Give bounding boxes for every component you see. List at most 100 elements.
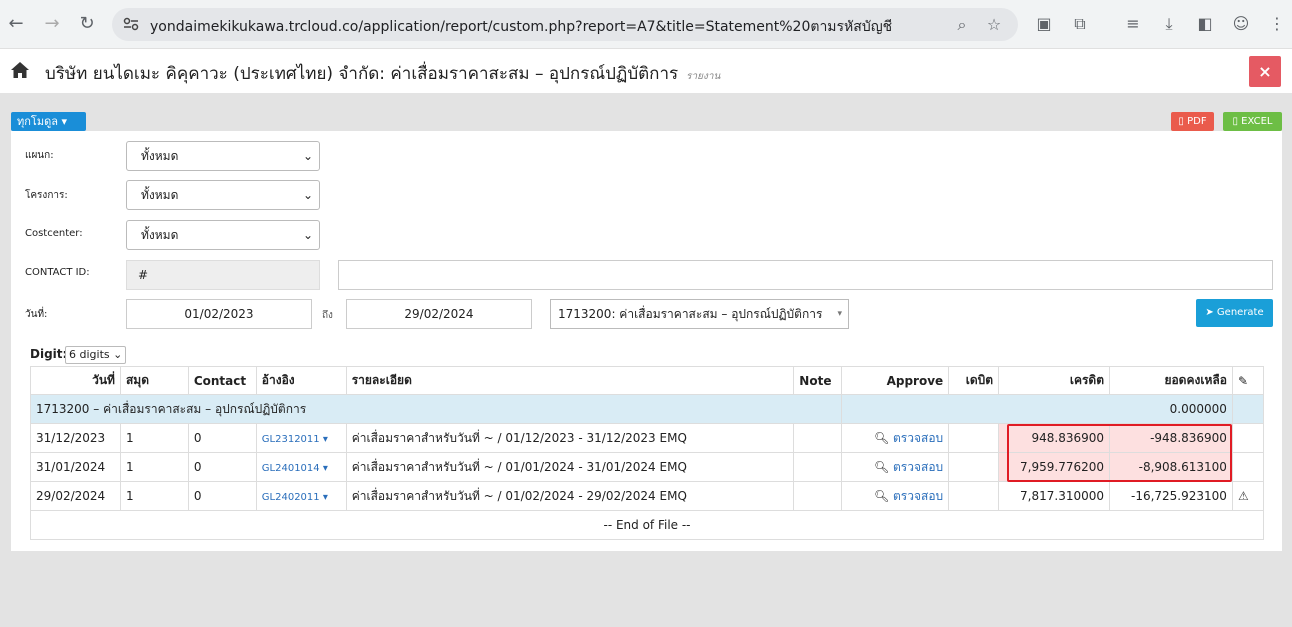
search-icon[interactable]: 🔍︎ [874,489,889,503]
ref-link[interactable]: GL2402011 [262,492,320,503]
pdf-file-icon: ▯ [1178,116,1188,127]
page-subtitle: รายงาน [686,71,721,82]
module-dropdown-button[interactable]: ทุกโมดูล ▾ [11,112,86,131]
row-detail: ค่าเสื่อมราคาสำหรับวันที่ ~ / 01/12/2023… [345,423,795,453]
department-value: ทั้งหมด [141,149,179,163]
download-icon[interactable]: ⤓ [1158,13,1180,35]
row-ref-cell: GL2401014 ▾ [255,452,347,482]
edit-icon[interactable]: ✎ [1238,374,1248,388]
col-contact[interactable]: Contact [187,366,257,395]
side-panel-icon[interactable]: ◧ [1194,13,1216,35]
row-ref-cell: GL2402011 ▾ [255,481,347,511]
media-queue-icon[interactable]: ≡ [1122,13,1144,35]
page-title-text: บริษัท ยนไดเมะ คิคุคาวะ (ประเทศไทย) จำกั… [45,64,679,84]
digit-select[interactable]: 6 digits ⌄ [65,346,126,364]
row-ref-cell: GL2312011 ▾ [255,423,347,453]
costcenter-value: ทั้งหมด [141,228,179,242]
search-icon[interactable]: 🔍︎ [874,460,889,474]
row-balance: -8,908.613100 [1109,452,1233,482]
excel-file-icon: ▯ [1232,116,1242,127]
app-header: บริษัท ยนไดเมะ คิคุคาวะ (ประเทศไทย) จำกั… [0,49,1292,93]
row-book: 1 [119,452,189,482]
row-book: 1 [119,481,189,511]
search-icon[interactable]: 🔍︎ [874,431,889,445]
extensions-puzzle-icon[interactable]: ⧉ [1069,13,1091,35]
row-contact: 0 [187,423,257,453]
col-note[interactable]: Note [793,366,843,395]
check-link[interactable]: ตรวจสอบ [893,460,943,474]
caret-down-icon[interactable]: ▾ [320,434,328,445]
generate-label: Generate [1216,307,1264,318]
date-to-input[interactable]: 29/02/2024 [346,299,532,329]
end-of-file: -- End of File -- [30,510,1264,540]
date-from-input[interactable]: 01/02/2023 [126,299,312,329]
excel-button[interactable]: ▯ EXCEL [1223,112,1282,131]
col-detail[interactable]: รายละเอียด [345,366,795,395]
col-book[interactable]: สมุด [119,366,189,395]
caret-down-icon[interactable]: ▾ [320,492,328,503]
address-bar[interactable]: yondaimekikukawa.trcloud.co/application/… [112,8,1018,41]
ref-link[interactable]: GL2312011 [262,434,320,445]
project-label: โครงการ: [25,190,68,201]
reload-icon[interactable]: ↻ [75,12,99,36]
bookmark-star-icon[interactable]: ☆ [984,15,1004,35]
row-action: ⚠ [1231,481,1265,511]
department-select[interactable]: ทั้งหมด ⌄ [126,141,320,171]
project-select[interactable]: ทั้งหมด ⌄ [126,180,320,210]
home-icon[interactable] [10,60,30,80]
table-row: 31/12/2023 1 0 GL2312011 ▾ ค่าเสื่อมราคา… [30,423,1265,453]
account-group-row: 1713200 – ค่าเสื่อมราคาสะสม – อุปกรณ์ปฏิ… [29,394,1265,424]
site-settings-icon[interactable] [122,16,140,32]
url-text[interactable]: yondaimekikukawa.trcloud.co/application/… [150,16,892,38]
account-value: 1713200: ค่าเสื่อมราคาสะสม – อุปกรณ์ปฏิบ… [558,307,823,321]
row-detail: ค่าเสื่อมราคาสำหรับวันที่ ~ / 01/02/2024… [345,481,795,511]
contact-id-label: CONTACT ID: [25,267,90,278]
more-menu-icon[interactable]: ⋮ [1266,13,1288,35]
caret-down-icon[interactable]: ▾ [320,463,328,474]
forward-icon[interactable]: → [40,12,64,36]
date-to-label: ถึง [322,310,333,321]
send-icon: ➤ [1205,307,1217,318]
contact-prefix: # [126,260,320,290]
zoom-icon[interactable]: ⌕ [952,15,972,35]
digit-value: 6 digits [69,348,110,361]
row-detail: ค่าเสื่อมราคาสำหรับวันที่ ~ / 01/01/2024… [345,452,795,482]
col-approve[interactable]: Approve [841,366,950,395]
ref-link[interactable]: GL2401014 [262,463,320,474]
costcenter-select[interactable]: ทั้งหมด ⌄ [126,220,320,250]
extension-chat-icon[interactable]: ▣ [1033,13,1055,35]
close-button[interactable]: × [1249,56,1281,87]
check-link[interactable]: ตรวจสอบ [893,431,943,445]
row-contact: 0 [187,481,257,511]
group-spacer [1231,394,1265,424]
col-debit[interactable]: เดบิต [948,366,1000,395]
row-contact: 0 [187,452,257,482]
check-link[interactable]: ตรวจสอบ [893,489,943,503]
costcenter-label: Costcenter: [25,228,83,239]
col-balance[interactable]: ยอดคงเหลือ [1109,366,1233,395]
row-credit: 7,817.310000 [998,481,1111,511]
col-date[interactable]: วันที่ [30,366,121,395]
module-label: ทุกโมดูล ▾ [17,115,67,128]
row-note [793,481,843,511]
col-credit[interactable]: เครดิต [998,366,1111,395]
back-icon[interactable]: ← [4,12,28,36]
col-ref[interactable]: อ้างอิง [255,366,347,395]
row-note [793,423,843,453]
row-date: 31/12/2023 [30,423,121,453]
col-edit[interactable]: ✎ [1231,366,1265,395]
row-balance: -948.836900 [1109,423,1233,453]
row-credit: 948.836900 [998,423,1111,453]
profile-avatar-icon[interactable]: ☺ [1230,13,1252,35]
generate-button[interactable]: ➤ Generate [1196,299,1273,327]
contact-id-input[interactable] [338,260,1273,290]
row-balance: -16,725.923100 [1109,481,1233,511]
browser-toolbar: ← → ↻ yondaimekikukawa.trcloud.co/applic… [0,0,1292,49]
warning-icon[interactable]: ⚠ [1238,489,1249,503]
row-date: 29/02/2024 [30,481,121,511]
table-row: 29/02/2024 1 0 GL2402011 ▾ ค่าเสื่อมราคา… [30,481,1265,511]
pdf-button[interactable]: ▯ PDF [1171,112,1214,131]
account-select[interactable]: 1713200: ค่าเสื่อมราคาสะสม – อุปกรณ์ปฏิบ… [550,299,849,329]
chevron-down-icon: ⌄ [302,188,313,202]
pdf-label: PDF [1187,116,1207,127]
